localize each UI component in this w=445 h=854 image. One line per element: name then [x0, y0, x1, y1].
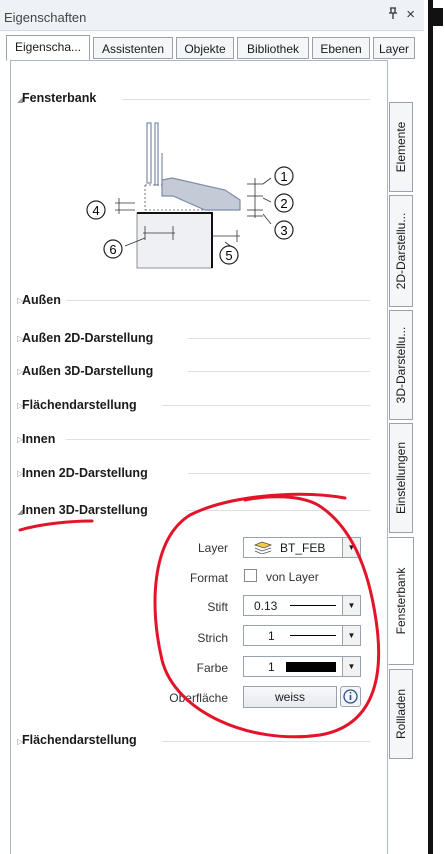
section-aussen[interactable]: Außen	[22, 293, 61, 307]
format-label: Format	[189, 571, 228, 585]
stift-select[interactable]: 0.13 ▼	[243, 595, 361, 616]
chevron-down-icon[interactable]: ▼	[342, 596, 360, 615]
divider	[162, 741, 370, 742]
diagram-label-5: 5	[225, 248, 232, 263]
fensterbank-diagram: 1 2 3 4 5 6	[86, 122, 294, 269]
section-fensterbank[interactable]: Fensterbank	[22, 91, 96, 105]
divider	[66, 300, 370, 301]
tab-ebenen[interactable]: Ebenen	[312, 37, 370, 59]
chevron-down-icon[interactable]: ▼	[342, 657, 360, 676]
close-icon[interactable]: ×	[406, 6, 415, 23]
section-innen[interactable]: Innen	[22, 432, 55, 446]
divider	[66, 439, 370, 440]
line-style-preview	[290, 635, 336, 636]
sidetab-einstellungen[interactable]: Einstellungen	[389, 423, 413, 533]
divider	[188, 371, 370, 372]
tab-assistenten[interactable]: Assistenten	[93, 37, 173, 59]
chevron-down-icon[interactable]: ▼	[342, 626, 360, 645]
section-aussen-2d[interactable]: Außen 2D-Darstellung	[22, 331, 153, 345]
farbe-value: 1	[268, 660, 275, 674]
section-aussen-3d[interactable]: Außen 3D-Darstellung	[22, 364, 153, 378]
strich-value: 1	[268, 629, 275, 643]
sidetab-elemente[interactable]: Elemente	[389, 102, 413, 192]
format-checkbox[interactable]	[244, 569, 257, 582]
diagram-label-6: 6	[109, 242, 116, 257]
layer-value: BT_FEB	[280, 541, 326, 555]
oberflaeche-label: Oberfläche	[169, 691, 228, 705]
tab-eigenschaften[interactable]: Eigenscha...	[6, 35, 90, 61]
format-checkbox-label: von Layer	[266, 570, 319, 584]
sidetab-2d-darstellung[interactable]: 2D-Darstellu...	[389, 195, 413, 307]
layer-icon	[253, 541, 273, 557]
strich-select[interactable]: 1 ▼	[243, 625, 361, 646]
diagram-label-1: 1	[280, 169, 287, 184]
window-title: Eigenschaften	[4, 10, 87, 25]
stift-value: 0.13	[254, 599, 278, 613]
oberflaeche-button[interactable]: weiss	[243, 686, 337, 708]
diagram-label-4: 4	[92, 203, 99, 218]
info-button[interactable]	[340, 686, 361, 707]
divider	[188, 338, 370, 339]
info-icon	[343, 689, 358, 704]
pen-line-preview	[290, 605, 336, 606]
tab-bibliothek[interactable]: Bibliothek	[237, 37, 309, 59]
tab-objekte[interactable]: Objekte	[176, 37, 234, 59]
divider	[122, 99, 370, 100]
sidetab-rollladen[interactable]: Rollladen	[389, 669, 413, 759]
color-swatch	[286, 662, 336, 672]
diagram-label-2: 2	[280, 196, 287, 211]
stift-label: Stift	[207, 600, 228, 614]
layer-label: Layer	[197, 541, 228, 555]
diagram-label-3: 3	[280, 223, 287, 238]
divider	[186, 510, 370, 511]
tab-layer[interactable]: Layer	[373, 37, 415, 59]
sidetab-fensterbank[interactable]: Fensterbank	[388, 537, 414, 665]
adjacent-window-edge	[424, 0, 445, 854]
section-innen-2d[interactable]: Innen 2D-Darstellung	[22, 466, 148, 480]
sidetab-3d-darstellung[interactable]: 3D-Darstellu...	[389, 310, 413, 420]
section-flaechendarstellung-1[interactable]: Flächendarstellung	[22, 398, 137, 412]
pin-icon[interactable]	[388, 7, 398, 23]
strich-label: Strich	[197, 631, 228, 645]
divider	[188, 473, 370, 474]
section-innen-3d[interactable]: Innen 3D-Darstellung	[22, 503, 148, 517]
chevron-down-icon[interactable]: ▼	[342, 538, 360, 557]
divider	[162, 405, 370, 406]
layer-select[interactable]: BT_FEB ▼	[243, 537, 361, 558]
title-bar: Eigenschaften ×	[0, 0, 424, 31]
farbe-select[interactable]: 1 ▼	[243, 656, 361, 677]
farbe-label: Farbe	[196, 661, 228, 675]
section-flaechendarstellung-2[interactable]: Flächendarstellung	[22, 733, 137, 747]
